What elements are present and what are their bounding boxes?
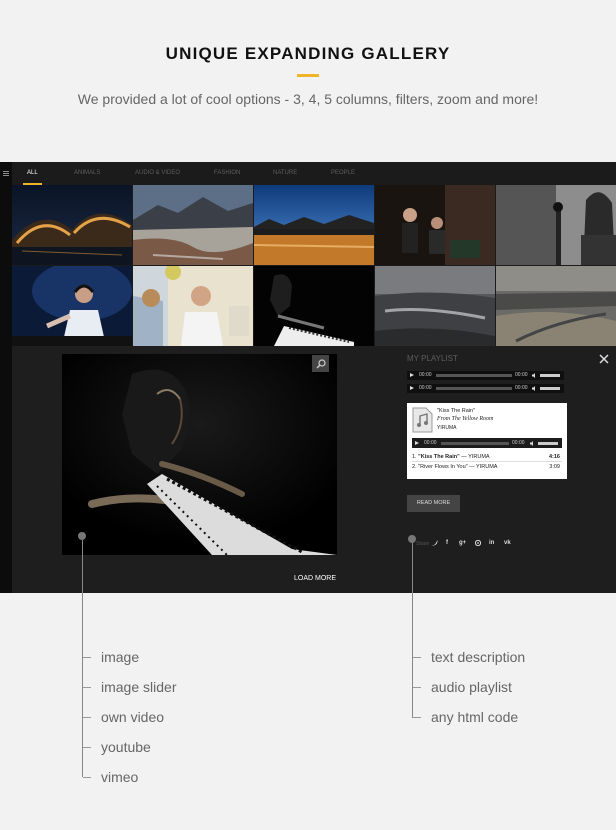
share-label: Share (416, 541, 430, 547)
gallery-demo: ALL ANIMALS AUDIO & VIDEO FASHION NATURE… (0, 162, 616, 593)
play-icon[interactable] (410, 373, 414, 377)
feature-item: text description (431, 649, 526, 665)
feature-item: youtube (101, 739, 151, 755)
audio-progress[interactable] (436, 374, 512, 377)
callout-dot-right (408, 535, 416, 543)
filter-bar: ALL ANIMALS AUDIO & VIDEO FASHION NATURE… (12, 162, 616, 185)
thumb-business-meeting[interactable] (133, 266, 253, 346)
music-file-icon (412, 407, 433, 433)
thumb-snowy-valley[interactable] (133, 185, 253, 265)
audio-current-time: 00:00 (419, 385, 432, 391)
callout-tick (413, 717, 421, 718)
title-accent-bar (297, 74, 319, 77)
callout-tick (413, 657, 421, 658)
audio-progress[interactable] (436, 387, 512, 390)
filter-audio-video[interactable]: AUDIO & VIDEO (135, 162, 180, 185)
audio-total-time: 00:00 (515, 372, 528, 378)
volume-slider[interactable] (540, 387, 560, 390)
thumb-bridge-night[interactable] (12, 185, 132, 265)
read-more-button[interactable]: READ MORE (407, 495, 460, 512)
audio-player-1[interactable]: 00:00 00:00 (407, 371, 564, 380)
close-icon[interactable] (598, 352, 610, 364)
card-audio-player[interactable]: 00:00 00:00 (412, 438, 562, 448)
section-subtitle: We provided a lot of cool options - 3, 4… (77, 91, 539, 107)
track-title: "Kiss The Rain" (418, 454, 460, 460)
track-duration: 4:16 (548, 454, 560, 460)
section-title: UNIQUE EXPANDING GALLERY (165, 44, 451, 63)
callout-line-right (412, 543, 413, 718)
thumb-pianist-dark[interactable] (254, 266, 374, 346)
load-more-button[interactable]: LOAD MORE (294, 575, 336, 582)
filter-fashion[interactable]: FASHION (214, 162, 240, 185)
volume-slider[interactable] (540, 374, 560, 377)
track-duration: 3:09 (549, 464, 560, 470)
filter-people[interactable]: PEOPLE (331, 162, 355, 185)
audio-progress[interactable] (441, 442, 509, 445)
track-row-2[interactable]: 2. "River Flows In You" — YIRUMA 3:09 (412, 463, 562, 471)
filter-nature[interactable]: NATURE (273, 162, 297, 185)
thumb-singer-mic[interactable] (496, 185, 616, 265)
artist-name: YIRUMA (437, 425, 457, 431)
play-icon[interactable] (410, 386, 414, 390)
linkedin-icon[interactable]: in (489, 540, 494, 546)
facebook-icon[interactable]: f (446, 540, 448, 546)
twitter-icon[interactable] (431, 540, 438, 548)
vk-icon[interactable]: vk (504, 540, 511, 546)
thumb-band-portrait[interactable] (375, 185, 495, 265)
gallery-sidebar (0, 162, 12, 593)
filter-all[interactable]: ALL (23, 162, 42, 185)
thumb-city-dusk[interactable] (254, 185, 374, 265)
volume-icon[interactable] (532, 373, 537, 378)
callout-tick (83, 687, 91, 688)
callout-tick (83, 657, 91, 658)
thumb-beach-shore[interactable] (496, 266, 616, 346)
track-number: 1. (412, 454, 417, 460)
feature-item: any html code (431, 709, 519, 725)
pinterest-icon[interactable] (474, 539, 482, 548)
expanded-image[interactable] (62, 354, 337, 555)
thumbnail-grid (12, 185, 616, 346)
playlist-title: MY PLAYLIST (407, 354, 458, 363)
volume-slider[interactable] (538, 442, 558, 445)
audio-total-time: 00:00 (512, 440, 525, 446)
play-icon[interactable] (415, 440, 419, 445)
track-title: "River Flows In You" (418, 464, 468, 470)
feature-item: audio playlist (431, 679, 512, 695)
track-number: 2. (412, 464, 417, 470)
volume-icon[interactable] (532, 386, 537, 391)
track-artist: — YIRUMA (461, 454, 490, 460)
feature-item: vimeo (101, 769, 139, 785)
google-plus-icon[interactable]: g+ (459, 540, 466, 546)
track-row-1[interactable]: 1. "Kiss The Rain" — YIRUMA 4:16 (412, 453, 562, 462)
volume-icon[interactable] (530, 440, 535, 446)
feature-item: image (101, 649, 140, 665)
thumb-dj-headphones[interactable] (12, 266, 132, 346)
callout-tick (83, 747, 91, 748)
expanded-item-panel: LOAD MORE MY PLAYLIST 00:00 00:00 00:00 … (12, 346, 616, 593)
callout-tick (83, 777, 91, 778)
callout-dot-left (78, 532, 86, 540)
callout-line-left (82, 540, 83, 777)
zoom-button[interactable] (312, 355, 329, 372)
callout-tick (83, 717, 91, 718)
playlist-card: "Kiss The Rain" From The Yellow Room YIR… (407, 403, 567, 479)
feature-item: own video (101, 709, 165, 725)
filter-animals[interactable]: ANIMALS (74, 162, 100, 185)
audio-current-time: 00:00 (419, 372, 432, 378)
feature-item: image slider (101, 679, 177, 695)
menu-icon[interactable] (3, 171, 9, 177)
audio-total-time: 00:00 (515, 385, 528, 391)
callout-tick (413, 687, 421, 688)
track-artist: — YIRUMA (469, 464, 498, 470)
audio-current-time: 00:00 (424, 440, 437, 446)
song-title: "Kiss The Rain" (437, 408, 476, 414)
magnifier-icon (316, 358, 326, 368)
album-name: From The Yellow Room (437, 416, 494, 422)
thumb-coast-storm[interactable] (375, 266, 495, 346)
audio-player-2[interactable]: 00:00 00:00 (407, 384, 564, 393)
